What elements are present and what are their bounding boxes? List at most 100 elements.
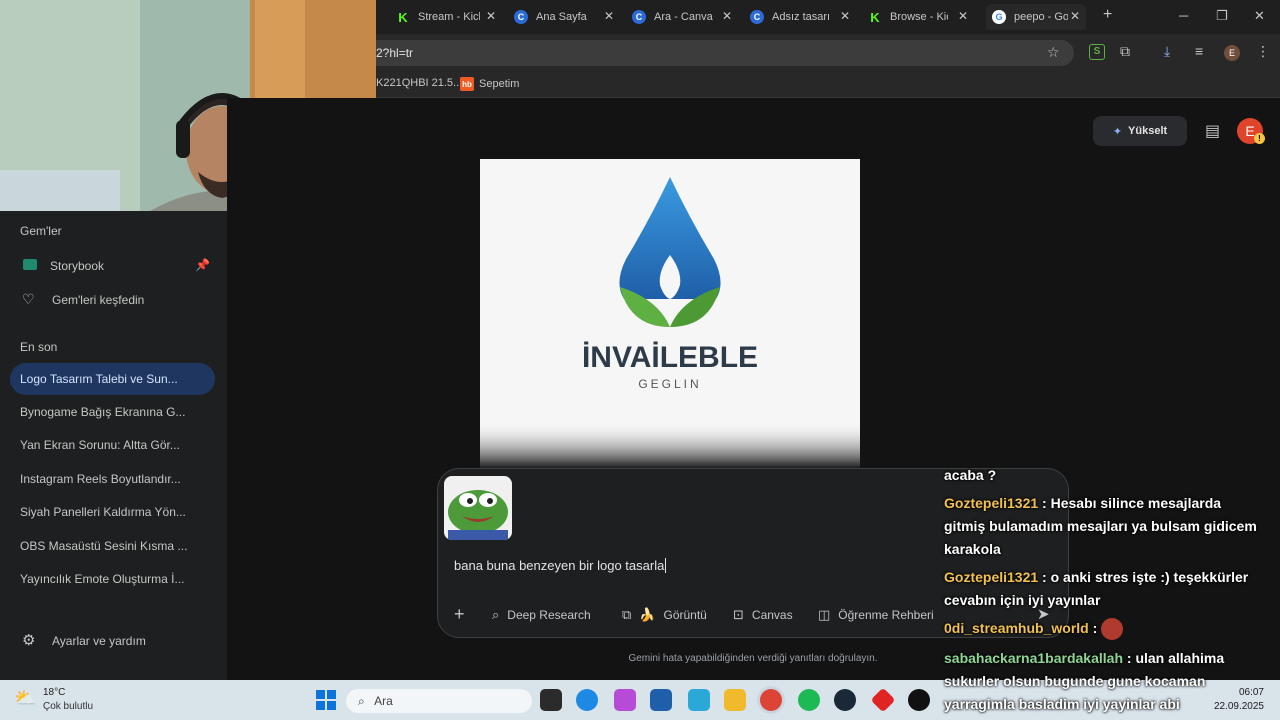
recent-chat-item[interactable]: Logo Tasarım Talebi ve Sun... — [20, 372, 178, 386]
extensions-puzzle-icon[interactable]: ⧉ — [1120, 43, 1130, 60]
deep-research-button[interactable]: ⌕ Deep Research — [492, 607, 591, 623]
prompt-input[interactable]: bana buna benzeyen bir logo tasarla — [454, 558, 667, 573]
url-text: 2?hl=tr — [376, 46, 414, 60]
recent-chat-item[interactable]: OBS Masaüstü Sesini Kısma ... — [20, 539, 187, 553]
chat-line: cevabın için iyi yayınlar — [944, 589, 1100, 612]
chat-line: sabahackarna1bardakallah : ulan allahima — [944, 647, 1224, 670]
close-icon[interactable]: ✕ — [958, 9, 968, 23]
search-icon: ⌕ — [358, 694, 365, 708]
recent-chat-item[interactable]: Instagram Reels Boyutlandır... — [20, 472, 181, 486]
tab-untitled-design[interactable]: C Adsız tasarım ✕ — [750, 4, 850, 30]
more-menu-icon[interactable]: ⋮ — [1256, 43, 1270, 60]
chat-text: yarragimla basladim iyi yayinlar abi — [944, 696, 1180, 712]
text-cursor — [665, 558, 667, 573]
settings-and-help[interactable]: Ayarlar ve yardım — [52, 634, 146, 648]
bookmark-item-sepetim[interactable]: hb Sepetim — [460, 77, 519, 91]
chat-line: gitmiş bulamadım mesajları ya bulsam gid… — [944, 515, 1257, 538]
recent-chat-item[interactable]: Yan Ekran Sorunu: Altta Gör... — [20, 438, 180, 452]
generated-logo-image[interactable]: İNVAİLEBLE GEGLIN — [480, 159, 860, 469]
alert-badge-icon: ! — [1254, 133, 1265, 144]
close-window-button[interactable]: ✕ — [1254, 8, 1265, 24]
taskbar-search[interactable]: ⌕ Ara — [346, 689, 532, 713]
store-icon[interactable] — [650, 689, 672, 711]
disclaimer-text: Gemini hata yapabildiğinden verdiği yanı… — [628, 653, 878, 664]
restore-button[interactable]: ❐ — [1216, 8, 1228, 24]
logo-artwork: İNVAİLEBLE GEGLIN — [480, 177, 860, 469]
canva-icon: C — [632, 10, 646, 24]
media-queue-icon[interactable]: ≡ — [1195, 43, 1203, 59]
close-icon[interactable]: ✕ — [604, 9, 614, 23]
close-icon[interactable]: ✕ — [722, 9, 732, 23]
tab-browse-kick[interactable]: K Browse - Kick ✕ — [868, 4, 968, 30]
sidebar-item-explore-gems[interactable]: Gem'leri keşfedin — [52, 293, 144, 307]
obs-icon[interactable] — [908, 689, 930, 711]
google-icon: G — [992, 10, 1006, 24]
spotify-icon[interactable] — [798, 689, 820, 711]
chrome-icon[interactable] — [760, 689, 782, 711]
explore-gems-icon: ♡ — [22, 291, 35, 307]
chat-text: cevabın için iyi yayınlar — [944, 592, 1101, 608]
tool-label: Öğrenme Rehberi — [838, 608, 934, 622]
tab-title: Ana Sayfa - Canva — [536, 11, 588, 23]
upgrade-label: Yükselt — [1128, 125, 1168, 137]
tab-canva-search[interactable]: C Ara - Canva ✕ — [632, 4, 732, 30]
recent-heading: En son — [20, 340, 58, 354]
address-bar[interactable]: 2?hl=tr — [364, 40, 1074, 66]
recent-chat-item[interactable]: Yayıncılık Emote Oluşturma İ... — [20, 572, 185, 586]
learning-guide-button[interactable]: ◫ Öğrenme Rehberi — [818, 607, 934, 623]
tool-label: Deep Research — [507, 608, 591, 622]
bookmark-star-icon[interactable]: ☆ — [1047, 44, 1060, 61]
close-icon[interactable]: ✕ — [840, 9, 850, 23]
steam-icon[interactable] — [834, 689, 856, 711]
weather-icon[interactable]: ⛅ — [14, 688, 36, 709]
bookmark-label: K221QHBI 21.5... — [376, 77, 463, 89]
new-tab-button[interactable]: + — [1103, 6, 1112, 24]
chat-line: yarragimla basladim iyi yayinlar abi — [944, 693, 1180, 716]
tab-peepo-google[interactable]: G peepo - Google ✕ — [986, 4, 1086, 30]
bookmark-item[interactable]: K221QHBI 21.5... — [376, 77, 462, 89]
book-icon: ◫ — [818, 607, 831, 622]
sidebar-item-storybook[interactable]: Storybook — [50, 259, 104, 273]
tool-label: Görüntü — [663, 608, 707, 622]
weather-temp: 18°C — [43, 687, 66, 698]
tab-stream-kick[interactable]: K Stream - Kick ✕ — [396, 4, 496, 30]
chat-text: : Hesabı silince mesajlarda — [1042, 495, 1222, 511]
extension-s-icon[interactable]: S — [1089, 44, 1105, 60]
chat-emote-icon — [1101, 618, 1124, 641]
tool-label: Canvas — [751, 608, 793, 622]
bookmark-label: Sepetim — [479, 78, 520, 90]
chat-text: : ulan allahima — [1126, 650, 1225, 666]
attached-image-thumbnail[interactable] — [444, 476, 512, 540]
recent-chat-item[interactable]: Bynogame Bağış Ekranına G... — [20, 405, 185, 419]
app-icon[interactable] — [688, 689, 710, 711]
settings-gear-icon: ⚙ — [22, 632, 36, 649]
tab-title: Browse - Kick — [890, 11, 948, 23]
recent-chat-item[interactable]: Siyah Panelleri Kaldırma Yön... — [20, 505, 186, 519]
pin-icon[interactable]: 📌 — [195, 258, 210, 272]
task-view-icon[interactable] — [540, 689, 562, 711]
image-tool-button[interactable]: ⧉ 🍌 Görüntü — [622, 607, 707, 623]
search-placeholder: Ara — [374, 694, 393, 708]
kick-icon: K — [396, 10, 410, 25]
chat-line: Goztepeli1321 : o anki stres işte :) teş… — [944, 566, 1248, 589]
add-attachment-button[interactable]: + — [454, 604, 465, 625]
canvas-button[interactable]: ⊡ Canvas — [733, 607, 793, 623]
windows-start-icon[interactable] — [316, 690, 336, 710]
tab-title: peepo - Google — [1014, 11, 1068, 23]
chat-text: sukurler olsun bugunde gune kocaman — [944, 673, 1206, 689]
chat-username: Goztepeli1321 — [944, 569, 1039, 585]
canva-icon: C — [514, 10, 528, 24]
archive-icon[interactable]: ▤ — [1205, 121, 1220, 141]
logo-sub-text: GEGLIN — [638, 377, 701, 391]
profile-avatar[interactable]: E — [1224, 45, 1240, 61]
file-explorer-icon[interactable] — [724, 689, 746, 711]
edge-icon[interactable] — [576, 689, 598, 711]
close-icon[interactable]: ✕ — [486, 9, 496, 23]
download-icon[interactable]: ⤓ — [1164, 43, 1170, 60]
copilot-icon[interactable] — [614, 689, 636, 711]
tab-canva-home[interactable]: C Ana Sayfa - Canva ✕ — [514, 4, 614, 30]
upgrade-button[interactable]: ✦ Yükselt — [1093, 116, 1187, 146]
minimize-button[interactable]: ─ — [1179, 8, 1188, 23]
close-icon[interactable]: ✕ — [1070, 9, 1080, 23]
profile-initial: E — [1228, 48, 1235, 58]
